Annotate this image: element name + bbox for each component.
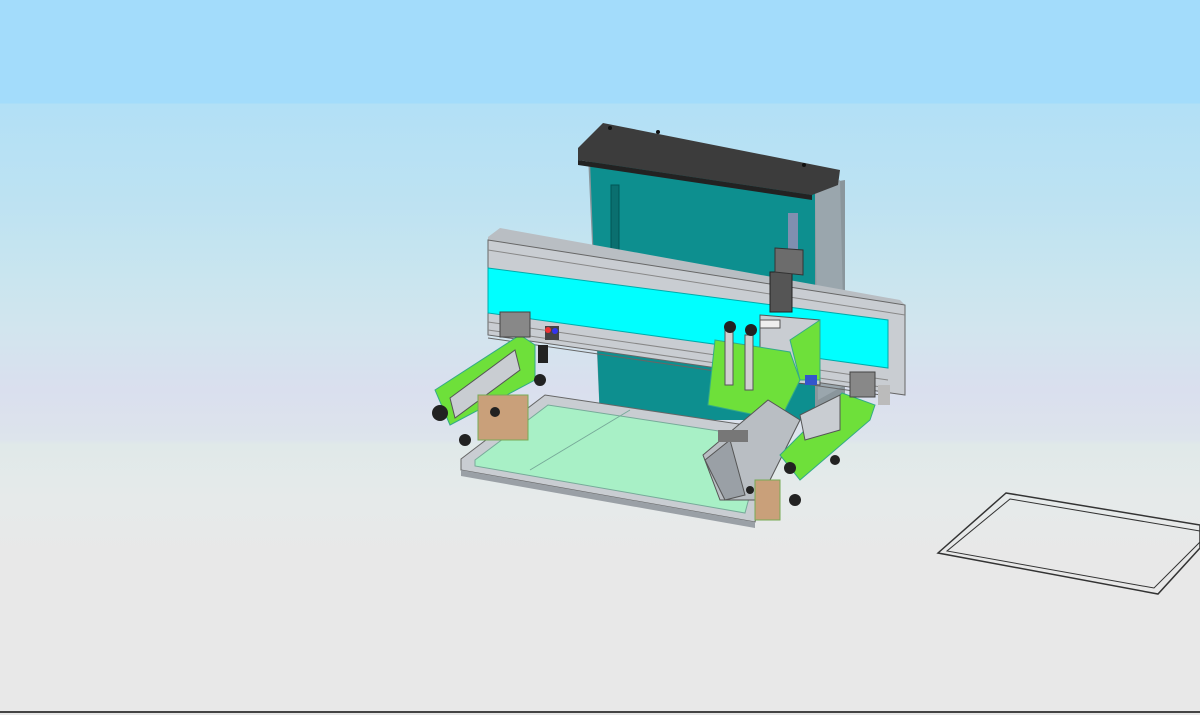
floor-sheet-outline <box>936 492 1200 595</box>
viewport-bottom-border <box>0 711 1200 713</box>
cad-viewport[interactable] <box>0 0 1200 715</box>
machine-scene <box>432 123 1200 595</box>
